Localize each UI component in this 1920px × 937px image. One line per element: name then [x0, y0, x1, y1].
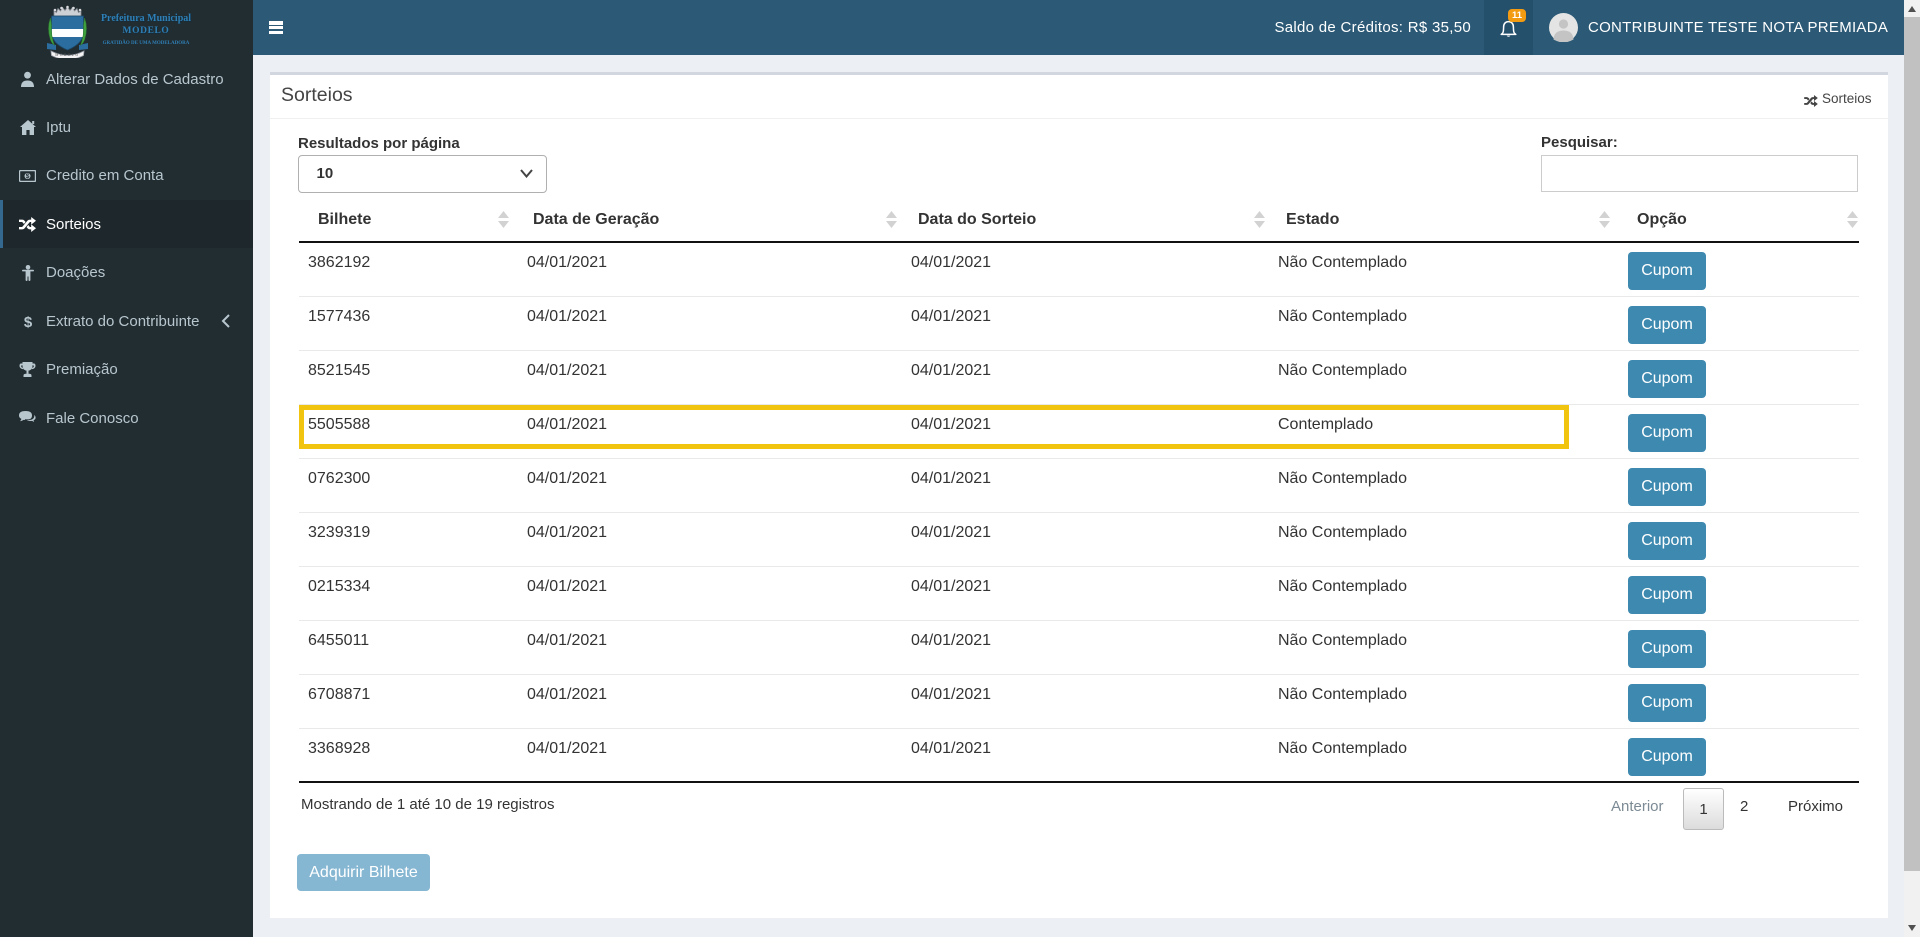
svg-text:$: $: [26, 173, 30, 180]
svg-text:$: $: [23, 314, 32, 330]
